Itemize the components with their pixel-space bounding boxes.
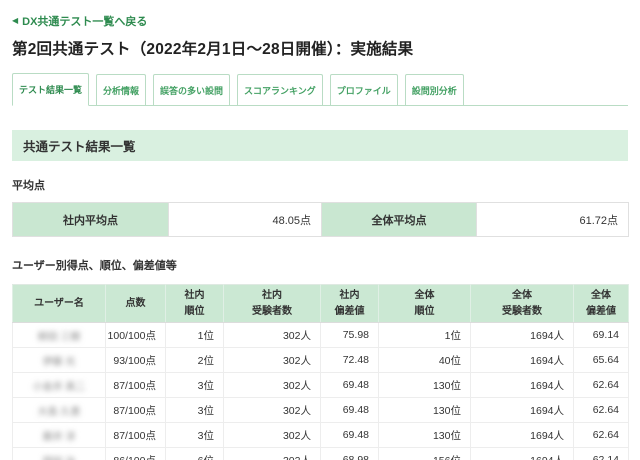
internal-examinees-cell: 302人	[224, 398, 321, 423]
overall-rank-cell: 1位	[379, 323, 471, 348]
internal-rank-cell: 6位	[166, 448, 224, 460]
internal-examinees-cell: 302人	[224, 323, 321, 348]
internal-examinees-cell: 302人	[224, 423, 321, 448]
page: ◀ DX共通テスト一覧へ戻る 第2回共通テスト（2022年2月1日〜28日開催）…	[0, 0, 640, 460]
overall-rank-cell: 40位	[379, 348, 471, 373]
internal-deviation-cell: 68.98	[321, 448, 379, 460]
table-row: 藤井 淳 87/100点 3位 302人 69.48 130位 1694人 62…	[13, 423, 629, 448]
score-cell: 93/100点	[106, 348, 166, 373]
user-name-blurred: 岡田 治	[13, 448, 106, 460]
overall-rank-cell: 130位	[379, 423, 471, 448]
overall-deviation-cell: 62.64	[574, 398, 629, 423]
col-overall-rank: 全体順位	[379, 285, 471, 323]
internal-average-label: 社内平均点	[13, 203, 169, 237]
overall-average-value: 61.72点	[477, 203, 629, 237]
score-cell: 100/100点	[106, 323, 166, 348]
internal-deviation-cell: 75.98	[321, 323, 379, 348]
user-name-blurred: 伊藤 光	[13, 348, 106, 373]
overall-deviation-cell: 65.64	[574, 348, 629, 373]
overall-rank-cell: 130位	[379, 373, 471, 398]
user-table-label: ユーザー別得点、順位、偏差値等	[12, 257, 628, 273]
tab-analysis-info[interactable]: 分析情報	[96, 74, 146, 105]
tab-question-analysis[interactable]: 設問別分析	[405, 74, 464, 105]
table-row: 小金井 真二 87/100点 3位 302人 69.48 130位 1694人 …	[13, 373, 629, 398]
overall-examinees-cell: 1694人	[471, 373, 574, 398]
table-row: 岡田 治 86/100点 6位 302人 68.98 156位 1694人 62…	[13, 448, 629, 460]
table-row: 大島 久恵 87/100点 3位 302人 69.48 130位 1694人 6…	[13, 398, 629, 423]
table-row: 伊藤 光 93/100点 2位 302人 72.48 40位 1694人 65.…	[13, 348, 629, 373]
overall-deviation-cell: 62.14	[574, 448, 629, 460]
internal-examinees-cell: 302人	[224, 373, 321, 398]
overall-deviation-cell: 62.64	[574, 373, 629, 398]
internal-rank-cell: 1位	[166, 323, 224, 348]
tab-frequent-wrong-questions[interactable]: 誤答の多い設問	[153, 74, 230, 105]
internal-rank-cell: 2位	[166, 348, 224, 373]
back-link-label: DX共通テスト一覧へ戻る	[22, 13, 147, 29]
internal-rank-cell: 3位	[166, 423, 224, 448]
user-name-blurred: 柳田 三樹	[13, 323, 106, 348]
average-section-label: 平均点	[12, 177, 628, 193]
internal-deviation-cell: 72.48	[321, 348, 379, 373]
user-name-blurred: 小金井 真二	[13, 373, 106, 398]
internal-rank-cell: 3位	[166, 398, 224, 423]
col-internal-rank: 社内順位	[166, 285, 224, 323]
tab-profile[interactable]: プロファイル	[330, 74, 398, 105]
col-internal-deviation: 社内偏差値	[321, 285, 379, 323]
score-cell: 87/100点	[106, 423, 166, 448]
internal-examinees-cell: 302人	[224, 448, 321, 460]
overall-examinees-cell: 1694人	[471, 398, 574, 423]
user-name-blurred: 大島 久恵	[13, 398, 106, 423]
col-score: 点数	[106, 285, 166, 323]
tab-test-results[interactable]: テスト結果一覧	[12, 73, 89, 106]
col-user-name: ユーザー名	[13, 285, 106, 323]
col-overall-examinees: 全体受験者数	[471, 285, 574, 323]
col-internal-examinees: 社内受験者数	[224, 285, 321, 323]
internal-deviation-cell: 69.48	[321, 373, 379, 398]
col-overall-deviation: 全体偏差値	[574, 285, 629, 323]
score-cell: 87/100点	[106, 373, 166, 398]
results-table: ユーザー名 点数 社内順位 社内受験者数 社内偏差値 全体順位 全体受験者数 全…	[12, 284, 629, 460]
overall-examinees-cell: 1694人	[471, 323, 574, 348]
section-heading: 共通テスト結果一覧	[12, 130, 628, 161]
overall-average-label: 全体平均点	[322, 203, 477, 237]
internal-rank-cell: 3位	[166, 373, 224, 398]
average-score-table: 社内平均点 48.05点 全体平均点 61.72点	[12, 202, 629, 237]
overall-examinees-cell: 1694人	[471, 448, 574, 460]
tab-bar: テスト結果一覧 分析情報 誤答の多い設問 スコアランキング プロファイル 設問別…	[12, 73, 628, 106]
results-header-row: ユーザー名 点数 社内順位 社内受験者数 社内偏差値 全体順位 全体受験者数 全…	[13, 285, 629, 323]
overall-rank-cell: 156位	[379, 448, 471, 460]
internal-examinees-cell: 302人	[224, 348, 321, 373]
overall-examinees-cell: 1694人	[471, 348, 574, 373]
score-cell: 86/100点	[106, 448, 166, 460]
tab-score-ranking[interactable]: スコアランキング	[237, 74, 323, 105]
overall-deviation-cell: 62.64	[574, 423, 629, 448]
back-arrow-icon: ◀	[12, 17, 18, 25]
overall-rank-cell: 130位	[379, 398, 471, 423]
internal-average-value: 48.05点	[169, 203, 322, 237]
score-cell: 87/100点	[106, 398, 166, 423]
back-link[interactable]: ◀ DX共通テスト一覧へ戻る	[12, 13, 147, 29]
table-row: 柳田 三樹 100/100点 1位 302人 75.98 1位 1694人 69…	[13, 323, 629, 348]
internal-deviation-cell: 69.48	[321, 398, 379, 423]
page-title: 第2回共通テスト（2022年2月1日〜28日開催）：実施結果	[12, 37, 628, 59]
overall-deviation-cell: 69.14	[574, 323, 629, 348]
internal-deviation-cell: 69.48	[321, 423, 379, 448]
user-name-blurred: 藤井 淳	[13, 423, 106, 448]
overall-examinees-cell: 1694人	[471, 423, 574, 448]
